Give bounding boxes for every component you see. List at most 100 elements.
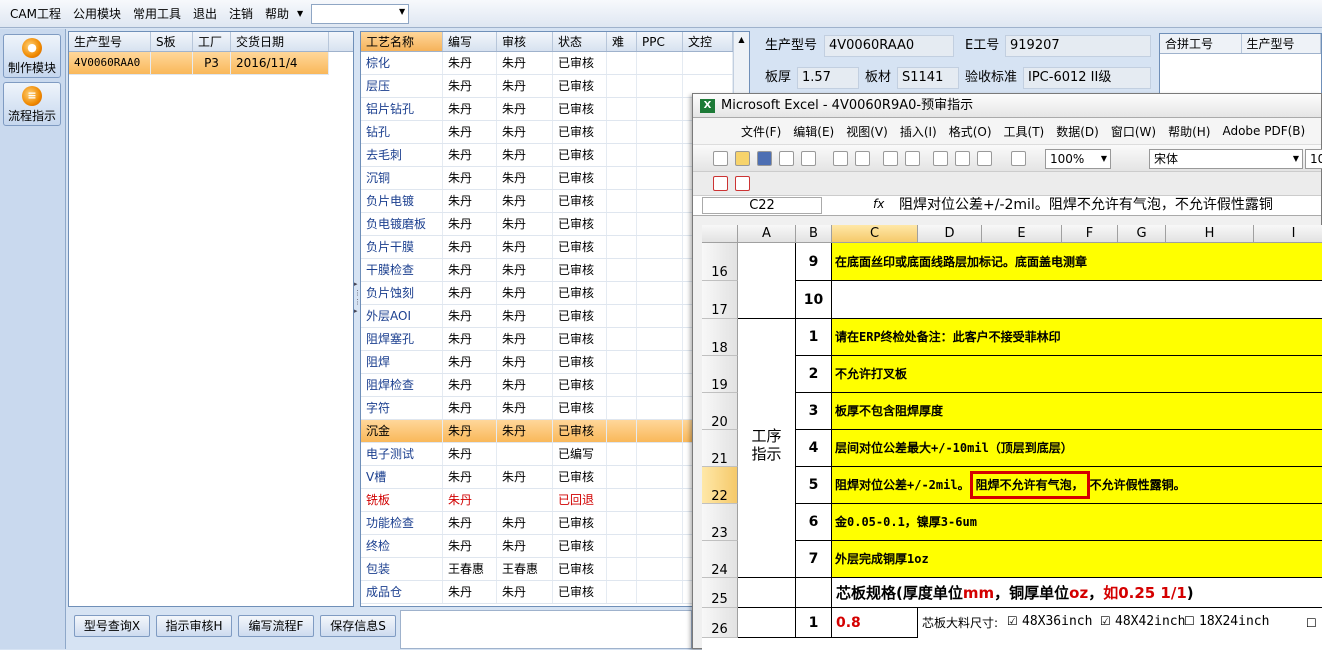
excel-menu-tools[interactable]: 工具(T) <box>998 123 1051 140</box>
menu-common-modules[interactable]: 公用模块 <box>67 3 127 25</box>
section-label-cell[interactable]: 工序指示 <box>738 319 796 578</box>
instruction-cell[interactable]: 在底面丝印或底面线路层加标记。底面盖电测章 <box>832 243 1322 281</box>
row-header[interactable]: 19 <box>702 356 738 393</box>
permission-icon[interactable] <box>779 151 794 166</box>
cell-a25[interactable] <box>738 578 796 608</box>
save-icon[interactable] <box>757 151 772 166</box>
table-row[interactable]: 字符 朱丹 朱丹 已审核 <box>361 397 749 420</box>
table-row[interactable]: 棕化 朱丹 朱丹 已审核 <box>361 52 749 75</box>
table-row[interactable]: 4V0060RAA0 P3 2016/11/4 <box>69 52 329 75</box>
col-factory[interactable]: 工厂 <box>193 32 231 51</box>
new-icon[interactable] <box>713 151 728 166</box>
core-spec-cell[interactable]: 芯板规格(厚度单位mm，铜厚单位oz，如0.25 1/1) <box>832 578 1322 608</box>
item-number-cell[interactable]: 3 <box>796 393 832 430</box>
table-row[interactable]: 铝片钻孔 朱丹 朱丹 已审核 <box>361 98 749 121</box>
zoom-combo[interactable]: 100% ▼ <box>1045 149 1111 169</box>
col-header-g[interactable]: G <box>1118 225 1166 243</box>
save-info-button[interactable]: 保存信息S <box>320 615 396 637</box>
excel-menu-format[interactable]: 格式(O) <box>943 123 998 140</box>
excel-menu-help[interactable]: 帮助(H) <box>1162 123 1216 140</box>
thickness-field[interactable]: 1.57 <box>797 67 859 89</box>
col-model[interactable]: 生产型号 <box>69 32 151 51</box>
font-size-combo[interactable]: 10 <box>1305 149 1322 169</box>
checkbox-icon[interactable]: ☐ <box>1306 616 1317 630</box>
table-row[interactable]: 去毛刺 朱丹 朱丹 已审核 <box>361 144 749 167</box>
pdf-mail-icon[interactable] <box>735 176 750 191</box>
table-row[interactable]: 外层AOI 朱丹 朱丹 已审核 <box>361 305 749 328</box>
model-query-button[interactable]: 型号查询X <box>74 615 150 637</box>
table-row[interactable]: V槽 朱丹 朱丹 已审核 <box>361 466 749 489</box>
worksheet[interactable]: A B C D E F G H I 16 9 在底面丝印或底面线路层加标记。底面盖电… <box>702 225 1322 650</box>
copy-icon[interactable] <box>955 151 970 166</box>
table-row[interactable]: 阻焊塞孔 朱丹 朱丹 已审核 <box>361 328 749 351</box>
cell-b25[interactable] <box>796 578 832 608</box>
col-doc[interactable]: 文控 <box>683 32 733 51</box>
item-number-cell[interactable]: 1 <box>796 608 832 638</box>
excel-menu-edit[interactable]: 编辑(E) <box>787 123 840 140</box>
guide-review-button[interactable]: 指示审核H <box>156 615 232 637</box>
col-header-i[interactable]: I <box>1254 225 1322 243</box>
row-header[interactable]: 25 <box>702 578 738 608</box>
checkbox-checked-icon[interactable]: ☑ <box>1100 614 1111 628</box>
excel-menu-file[interactable]: 文件(F) <box>735 123 787 140</box>
select-all-corner[interactable] <box>702 225 738 243</box>
table-row[interactable]: 干膜检查 朱丹 朱丹 已审核 <box>361 259 749 282</box>
instruction-cell[interactable]: 外层完成铜厚1oz <box>832 541 1322 578</box>
menu-help[interactable]: 帮助 <box>259 3 295 25</box>
col-header-d[interactable]: D <box>918 225 982 243</box>
col-process-name[interactable]: 工艺名称 <box>361 32 443 51</box>
row-header[interactable]: 24 <box>702 541 738 578</box>
checkbox-icon[interactable]: ☐ <box>1184 614 1195 628</box>
item-number-cell[interactable]: 7 <box>796 541 832 578</box>
item-number-cell[interactable]: 5 <box>796 467 832 504</box>
col-header-h[interactable]: H <box>1166 225 1254 243</box>
table-row[interactable]: 终检 朱丹 朱丹 已审核 <box>361 535 749 558</box>
col-header-b[interactable]: B <box>796 225 832 243</box>
excel-menu-insert[interactable]: 插入(I) <box>894 123 943 140</box>
write-flow-button[interactable]: 编写流程F <box>238 615 314 637</box>
excel-menu-data[interactable]: 数据(D) <box>1050 123 1105 140</box>
table-row[interactable]: 成品仓 朱丹 朱丹 已审核 <box>361 581 749 604</box>
table-row[interactable]: 负片电镀 朱丹 朱丹 已审核 <box>361 190 749 213</box>
menubar-dropdown[interactable]: ▼ <box>311 3 410 24</box>
col-merge-no[interactable]: 合拼工号 <box>1160 34 1242 53</box>
table-row[interactable]: 铣板 朱丹 已回退 <box>361 489 749 512</box>
core-thickness-cell[interactable]: 0.8 <box>832 608 918 638</box>
menu-exit[interactable]: 退出 <box>187 3 223 25</box>
table-row[interactable]: 功能检查 朱丹 朱丹 已审核 <box>361 512 749 535</box>
col-ppc[interactable]: PPC <box>637 32 683 51</box>
item-number-cell[interactable]: 10 <box>796 281 832 319</box>
col-merge-model[interactable]: 生产型号 <box>1242 34 1321 53</box>
row-header[interactable]: 21 <box>702 430 738 467</box>
item-number-cell[interactable]: 9 <box>796 243 832 281</box>
col-header-e[interactable]: E <box>982 225 1062 243</box>
table-row[interactable]: 钻孔 朱丹 朱丹 已审核 <box>361 121 749 144</box>
table-row[interactable]: 阻焊检查 朱丹 朱丹 已审核 <box>361 374 749 397</box>
item-number-cell[interactable]: 2 <box>796 356 832 393</box>
table-row[interactable]: 电子测试 朱丹 已编写 <box>361 443 749 466</box>
mail-icon[interactable] <box>801 151 816 166</box>
function-icon[interactable]: fx <box>873 197 884 211</box>
menu-logout[interactable]: 注销 <box>223 3 259 25</box>
format-painter-icon[interactable] <box>1011 151 1026 166</box>
open-icon[interactable] <box>735 151 750 166</box>
instruction-cell[interactable] <box>832 281 1322 319</box>
table-row[interactable]: 负片蚀刻 朱丹 朱丹 已审核 <box>361 282 749 305</box>
cell-a26[interactable] <box>738 608 796 638</box>
cut-icon[interactable] <box>933 151 948 166</box>
col-date[interactable]: 交货日期 <box>231 32 329 51</box>
col-reviewer[interactable]: 审核 <box>497 32 553 51</box>
excel-titlebar[interactable]: X Microsoft Excel - 4V0060R9A0-预审指示 <box>693 94 1321 118</box>
section-cell-blank[interactable] <box>738 243 796 319</box>
name-box[interactable]: C22 <box>702 197 822 214</box>
col-difficulty[interactable]: 难 <box>607 32 637 51</box>
excel-menu-view[interactable]: 视图(V) <box>840 123 894 140</box>
instruction-cell[interactable]: 阻焊对位公差+/-2mil。 阻焊不允许有气泡， 不允许假性露铜。 <box>832 467 1322 504</box>
menu-tools[interactable]: 常用工具 <box>127 3 187 25</box>
checkbox-checked-icon[interactable]: ☑ <box>1007 614 1018 628</box>
row-header[interactable]: 17 <box>702 281 738 319</box>
print-icon[interactable] <box>833 151 848 166</box>
row-header[interactable]: 26 <box>702 608 738 638</box>
row-header[interactable]: 22 <box>702 467 738 504</box>
pdf-create-icon[interactable] <box>713 176 728 191</box>
